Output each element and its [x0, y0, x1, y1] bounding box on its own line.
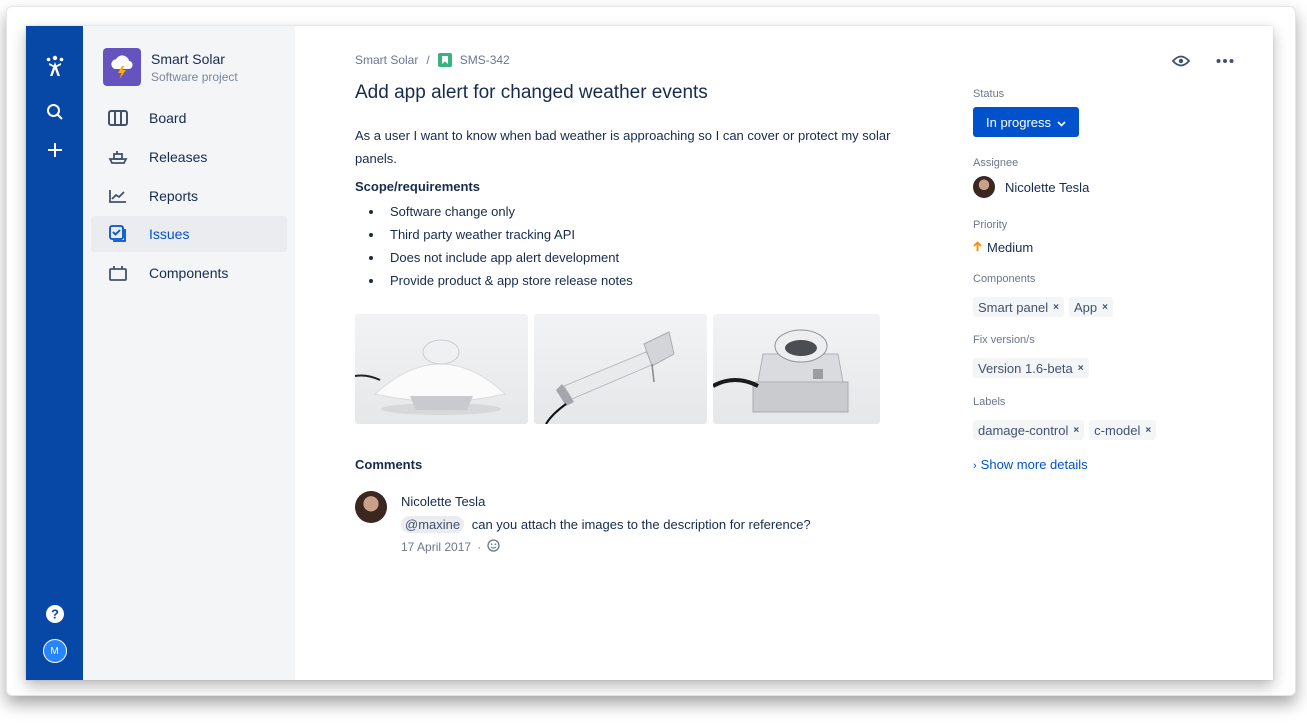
sidebar-item-label: Components	[149, 265, 229, 282]
label-tag[interactable]: damage-control ×	[973, 420, 1085, 440]
list-item: Does not include app alert development	[355, 246, 633, 269]
avatar-initial: M	[42, 639, 67, 663]
emoji-reaction-icon[interactable]	[487, 539, 500, 555]
priority-label: Priority	[973, 219, 1008, 231]
search-icon[interactable]	[26, 96, 83, 128]
scope-heading: Scope/requirements	[355, 179, 480, 194]
project-header[interactable]: Smart Solar Software project	[103, 48, 238, 86]
ship-icon	[107, 146, 129, 168]
label-tag[interactable]: c-model ×	[1089, 420, 1157, 440]
chart-icon	[107, 185, 129, 207]
remove-icon[interactable]: ×	[1145, 425, 1151, 436]
sidebar-item-reports[interactable]: Reports	[91, 178, 287, 214]
status-dropdown[interactable]: In progress	[973, 107, 1080, 137]
chevron-right-icon: ›	[973, 460, 977, 472]
project-sidebar: Smart Solar Software project Board Relea…	[83, 26, 295, 680]
assignee-avatar	[973, 176, 995, 198]
fix-versions-label: Fix version/s	[973, 334, 1035, 346]
show-more-details-link[interactable]: › Show more details	[973, 457, 1088, 472]
sidebar-item-board[interactable]: Board	[91, 100, 287, 136]
remove-icon[interactable]: ×	[1073, 425, 1079, 436]
breadcrumb-separator: /	[426, 53, 430, 67]
remove-icon[interactable]: ×	[1078, 363, 1084, 374]
sidebar-item-releases[interactable]: Releases	[91, 139, 287, 175]
comment-body: can you attach the images to the descrip…	[471, 517, 811, 532]
app-window: ? M Smart Solar Software project Board R…	[26, 26, 1273, 680]
comment-meta: 17 April 2017 ·	[401, 539, 921, 555]
project-name: Smart Solar	[151, 50, 225, 67]
project-type: Software project	[151, 69, 238, 84]
sidebar-item-components[interactable]: Components	[91, 255, 287, 291]
assignee-label: Assignee	[973, 157, 1019, 169]
sidebar-item-issues[interactable]: Issues	[91, 216, 287, 253]
version-tag[interactable]: Version 1.6-beta ×	[973, 358, 1089, 378]
issue-title[interactable]: Add app alert for changed weather events	[355, 82, 708, 104]
breadcrumb-project-link[interactable]: Smart Solar	[355, 53, 418, 67]
sidebar-item-label: Reports	[149, 187, 199, 204]
svg-text:?: ?	[51, 607, 59, 622]
assignee-name: Nicolette Tesla	[1005, 179, 1090, 195]
issue-actions	[1149, 52, 1237, 70]
labels-field: damage-control × c-model ×	[973, 420, 1161, 440]
more-options-icon[interactable]	[1213, 52, 1237, 70]
labels-label: Labels	[973, 396, 1006, 408]
project-nav: Board Releases Reports Issues Components	[91, 100, 287, 294]
comment-author[interactable]: Nicolette Tesla	[401, 494, 921, 509]
comment-date: 17 April 2017	[401, 540, 472, 554]
remove-icon[interactable]: ×	[1053, 302, 1059, 313]
comments-heading: Comments	[355, 457, 423, 472]
board-icon	[107, 107, 129, 129]
create-plus-icon[interactable]	[26, 134, 83, 166]
meta-dot: ·	[477, 540, 482, 554]
component-tag[interactable]: App ×	[1068, 297, 1113, 317]
components-icon	[107, 262, 129, 284]
priority-value: Medium	[987, 240, 1034, 255]
sidebar-item-label: Releases	[149, 148, 208, 165]
list-item: Third party weather tracking API	[355, 223, 633, 246]
mention-tag[interactable]: @maxine	[401, 516, 465, 533]
watch-eye-icon[interactable]	[1169, 52, 1193, 70]
help-icon[interactable]: ?	[26, 598, 83, 630]
project-avatar-icon	[103, 48, 141, 86]
components-label: Components	[973, 273, 1036, 285]
priority-field[interactable]: Medium	[973, 240, 1033, 255]
chevron-down-icon	[1057, 115, 1066, 130]
sidebar-item-label: Issues	[149, 226, 190, 243]
user-avatar[interactable]: M	[26, 635, 83, 667]
status-label: Status	[973, 88, 1005, 100]
list-item: Provide product & app store release note…	[355, 269, 633, 292]
attachment-thumbnail[interactable]	[713, 314, 880, 424]
remove-icon[interactable]: ×	[1102, 302, 1108, 313]
issue-description[interactable]: As a user I want to know when bad weathe…	[355, 124, 935, 170]
status-value: In progress	[986, 114, 1052, 130]
sidebar-item-label: Board	[149, 110, 187, 126]
assignee-field[interactable]: Nicolette Tesla	[973, 176, 1089, 198]
issues-icon	[107, 223, 129, 245]
attachments	[355, 314, 886, 424]
global-nav: ? M	[26, 26, 83, 680]
attachment-thumbnail[interactable]	[534, 314, 707, 424]
comment-text: @maxine can you attach the images to the…	[401, 516, 921, 533]
component-tag[interactable]: Smart panel ×	[973, 297, 1064, 317]
components-field: Smart panel × App ×	[973, 297, 1118, 317]
jira-logo-icon[interactable]	[26, 50, 83, 82]
attachment-thumbnail[interactable]	[355, 314, 528, 424]
story-icon	[437, 53, 452, 67]
issue-key-link[interactable]: SMS-342	[460, 53, 510, 67]
scope-list: Software change only Third party weather…	[355, 200, 633, 292]
breadcrumb: Smart Solar / SMS-342	[355, 53, 510, 67]
issue-view: Smart Solar / SMS-342 Add app alert for …	[295, 26, 1273, 680]
list-item: Software change only	[355, 200, 633, 223]
commenter-avatar[interactable]	[355, 491, 387, 523]
fix-versions-field: Version 1.6-beta ×	[973, 358, 1094, 378]
priority-up-arrow-icon	[973, 240, 982, 255]
